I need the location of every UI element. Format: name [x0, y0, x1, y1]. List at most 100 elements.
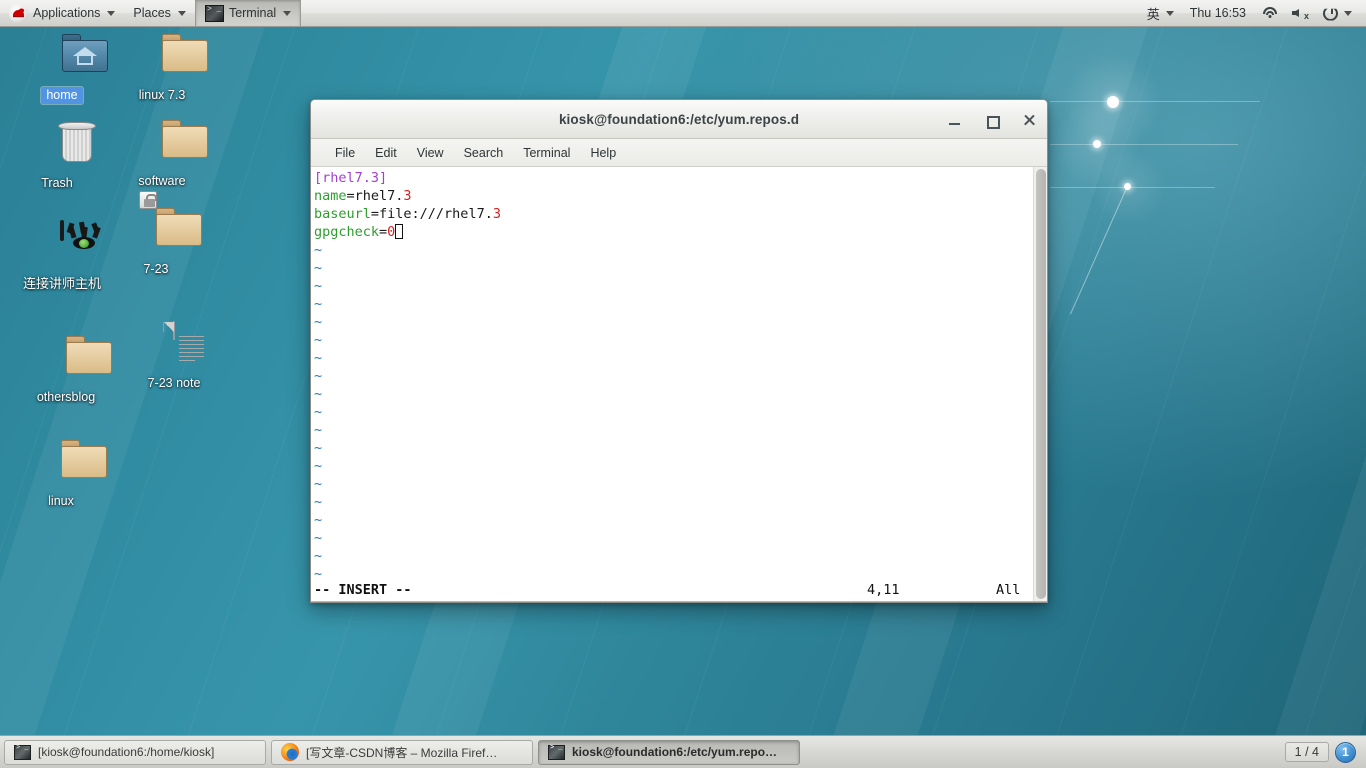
terminal-scrollbar[interactable] — [1033, 167, 1047, 601]
window-titlebar[interactable]: kiosk@foundation6:/etc/yum.repos.d — [311, 100, 1047, 139]
taskbar-button[interactable]: kiosk@foundation6:/etc/yum.repo… — [538, 740, 800, 765]
desktop-icon-home[interactable]: home — [12, 34, 112, 104]
tiger-app-icon — [38, 222, 86, 270]
terminal-icon — [205, 5, 224, 22]
power-menu[interactable] — [1317, 0, 1358, 26]
folder-icon — [138, 34, 186, 82]
vim-editor-screen[interactable]: [rhel7.3]name=rhel7.3baseurl=file:///rhe… — [311, 167, 1033, 601]
desktop-icon-label: 连接讲师主机 — [18, 275, 106, 292]
desktop-icon-7-23[interactable]: 7-23 — [106, 208, 206, 278]
desktop-icon-label: software — [133, 173, 190, 190]
scrollbar-thumb[interactable] — [1036, 169, 1046, 599]
trash-icon — [33, 122, 81, 170]
vim-empty-line-marker: ~ — [314, 493, 1033, 511]
window-title: kiosk@foundation6:/etc/yum.repos.d — [559, 112, 799, 127]
wallpaper-line — [1050, 144, 1238, 145]
vim-empty-line-marker: ~ — [314, 385, 1033, 403]
chevron-down-icon — [283, 11, 291, 16]
folder-icon — [42, 336, 90, 384]
desktop-icon-software[interactable]: software — [112, 120, 212, 190]
system-tray: 英 Thu 16:53 x — [1141, 0, 1366, 26]
document-icon — [150, 322, 198, 370]
taskbar-button-label: kiosk@foundation6:/etc/yum.repo… — [572, 745, 777, 759]
vim-empty-line-marker: ~ — [314, 277, 1033, 295]
input-method-indicator[interactable]: 英 — [1141, 0, 1180, 26]
power-icon — [1323, 6, 1338, 21]
applications-menu-label: Applications — [33, 6, 100, 20]
taskbar-button-label: [写文章-CSDN博客 – Mozilla Firef… — [306, 744, 497, 761]
vim-token: name — [314, 188, 347, 204]
taskbar-button-label: [kiosk@foundation6:/home/kiosk] — [38, 745, 214, 759]
redhat-logo-icon — [9, 4, 28, 23]
desktop: Applications Places Terminal 英 Thu 16:53 — [0, 0, 1366, 768]
menu-file[interactable]: File — [325, 143, 365, 163]
vim-empty-line-marker: ~ — [314, 331, 1033, 349]
desktop-icon-linux73[interactable]: linux 7.3 — [112, 34, 212, 104]
clock[interactable]: Thu 16:53 — [1182, 6, 1254, 20]
desktop-icon-7-23-note[interactable]: 7-23 note — [124, 322, 224, 392]
places-menu[interactable]: Places — [124, 0, 195, 26]
terminal-icon — [548, 745, 565, 760]
taskbar-button[interactable]: [写文章-CSDN博客 – Mozilla Firef… — [271, 740, 533, 765]
close-icon[interactable] — [1021, 112, 1037, 128]
vim-token: =rhel7. — [347, 188, 404, 204]
vim-line: name=rhel7.3 — [314, 187, 1033, 205]
vim-token: baseurl — [314, 206, 371, 222]
vim-line: gpgcheck=0 — [314, 223, 1033, 241]
volume-muted-icon: x — [1292, 6, 1309, 20]
vim-empty-line-marker: ~ — [314, 349, 1033, 367]
vim-token: =file:///rhel7. — [371, 206, 493, 222]
menu-help[interactable]: Help — [580, 143, 626, 163]
redhat-glyph — [11, 7, 26, 20]
active-window-menu[interactable]: Terminal — [195, 0, 301, 26]
volume-indicator[interactable]: x — [1286, 0, 1315, 26]
folder-icon — [138, 120, 186, 168]
vim-status-line: -- INSERT -- 4,11 All — [311, 581, 1033, 601]
desktop-icon-label: linux 7.3 — [134, 87, 191, 104]
input-method-label: 英 — [1147, 4, 1160, 23]
applications-menu[interactable]: Applications — [0, 0, 124, 26]
menu-terminal[interactable]: Terminal — [513, 143, 580, 163]
wallpaper-line — [1070, 186, 1128, 314]
taskbar: [kiosk@foundation6:/home/kiosk] [写文章-CSDN… — [0, 735, 1366, 768]
desktop-icon-label: 7-23 — [138, 261, 173, 278]
minimize-icon[interactable] — [947, 112, 963, 128]
terminal-body[interactable]: [rhel7.3]name=rhel7.3baseurl=file:///rhe… — [311, 167, 1047, 602]
vim-empty-line-marker: ~ — [314, 475, 1033, 493]
menu-edit[interactable]: Edit — [365, 143, 407, 163]
workspace-count-label: 1 / 4 — [1285, 742, 1329, 762]
active-window-label: Terminal — [229, 6, 276, 20]
workspace-switcher[interactable]: 1 / 4 1 — [1285, 742, 1362, 763]
taskbar-button[interactable]: [kiosk@foundation6:/home/kiosk] — [4, 740, 266, 765]
taskbar-window-list: [kiosk@foundation6:/home/kiosk] [写文章-CSDN… — [4, 740, 800, 765]
vim-empty-line-marker: ~ — [314, 367, 1033, 385]
desktop-icon-trash[interactable]: Trash — [7, 122, 107, 192]
desktop-icon-remote-host[interactable]: 连接讲师主机 — [12, 222, 112, 292]
vim-token: = — [379, 224, 387, 240]
vim-cursor-position: 4,11 — [867, 581, 900, 599]
vim-empty-lines: ~~~~~~~~~~~~~~~~~~~~~~ — [314, 241, 1033, 601]
vim-token: [rhel7.3] — [314, 170, 387, 186]
terminal-icon — [14, 745, 31, 760]
wallpaper-line — [1050, 187, 1215, 188]
vim-mode-indicator: -- INSERT -- — [314, 581, 412, 599]
desktop-icon-label: othersblog — [32, 389, 100, 406]
desktop-icon-label: Trash — [36, 175, 78, 192]
vim-token: gpgcheck — [314, 224, 379, 240]
chevron-down-icon — [1166, 11, 1174, 16]
menu-search[interactable]: Search — [454, 143, 514, 163]
top-panel: Applications Places Terminal 英 Thu 16:53 — [0, 0, 1366, 27]
chevron-down-icon — [107, 11, 115, 16]
desktop-icon-linux[interactable]: linux — [11, 440, 111, 510]
vim-empty-line-marker: ~ — [314, 313, 1033, 331]
terminal-window[interactable]: kiosk@foundation6:/etc/yum.repos.d File … — [310, 99, 1048, 603]
workspace-current-badge[interactable]: 1 — [1335, 742, 1356, 763]
vim-empty-line-marker: ~ — [314, 403, 1033, 421]
maximize-icon[interactable] — [984, 112, 1000, 128]
menu-view[interactable]: View — [407, 143, 454, 163]
vim-token: 3 — [403, 188, 411, 204]
desktop-icon-label: linux — [43, 493, 79, 510]
network-indicator[interactable] — [1256, 0, 1284, 26]
desktop-icon-othersblog[interactable]: othersblog — [16, 336, 116, 406]
vim-empty-line-marker: ~ — [314, 457, 1033, 475]
